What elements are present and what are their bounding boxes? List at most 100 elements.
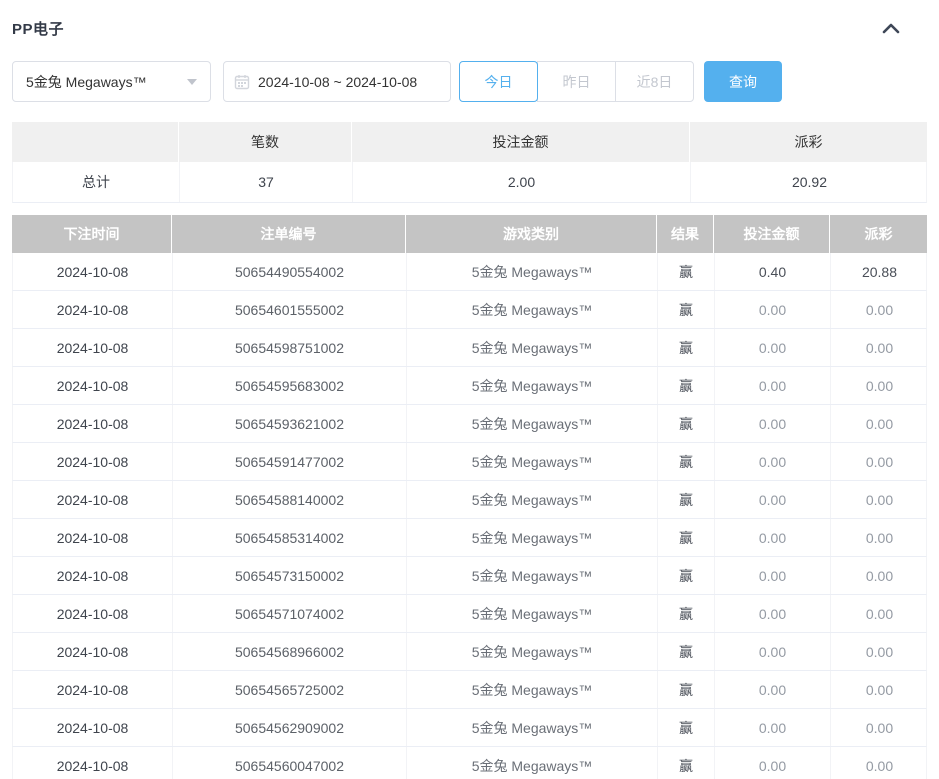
cell-bet-id: 50654560047002 <box>173 747 407 779</box>
cell-bet-amount: 0.00 <box>715 671 831 708</box>
cell-bet-id: 50654568966002 <box>173 633 407 670</box>
table-row: 2024-10-08506545987510025金兔 Megaways™赢0.… <box>12 329 927 367</box>
cell-result: 赢 <box>658 405 715 442</box>
table-row: 2024-10-08506545629090025金兔 Megaways™赢0.… <box>12 709 927 747</box>
cell-bet-id: 50654593621002 <box>173 405 407 442</box>
cell-bet-time: 2024-10-08 <box>13 481 173 518</box>
cell-payout: 0.00 <box>831 291 928 328</box>
cell-game-category: 5金兔 Megaways™ <box>407 557 658 594</box>
column-header-bet-time: 下注时间 <box>12 215 172 253</box>
cell-result: 赢 <box>658 633 715 670</box>
cell-bet-amount: 0.00 <box>715 633 831 670</box>
game-select-value: 5金兔 Megaways™ <box>26 72 147 92</box>
cell-game-category: 5金兔 Megaways™ <box>407 595 658 632</box>
cell-result: 赢 <box>658 443 715 480</box>
cell-payout: 0.00 <box>831 481 928 518</box>
cell-result: 赢 <box>658 557 715 594</box>
pp-electronics-panel: PP电子 5金兔 Megaways™ <box>0 0 939 779</box>
cell-bet-amount: 0.00 <box>715 367 831 404</box>
summary-total-row: 总计372.0020.92 <box>12 162 927 203</box>
collapse-button[interactable] <box>877 16 905 40</box>
cell-result: 赢 <box>658 367 715 404</box>
search-button[interactable]: 查询 <box>704 61 782 102</box>
summary-table: 笔数投注金额派彩 总计372.0020.92 <box>12 122 927 203</box>
table-row: 2024-10-08506545657250025金兔 Megaways™赢0.… <box>12 671 927 709</box>
cell-bet-amount: 0.00 <box>715 747 831 779</box>
last-8-days-button[interactable]: 近8日 <box>615 61 694 102</box>
page-title: PP电子 <box>12 18 64 39</box>
cell-payout: 0.00 <box>831 671 928 708</box>
cell-game-category: 5金兔 Megaways™ <box>407 747 658 779</box>
cell-bet-time: 2024-10-08 <box>13 329 173 366</box>
cell-bet-amount: 0.00 <box>715 709 831 746</box>
cell-game-category: 5金兔 Megaways™ <box>407 443 658 480</box>
cell-bet-id: 50654588140002 <box>173 481 407 518</box>
column-header-result: 结果 <box>657 215 714 253</box>
records-table-body: 2024-10-08506544905540025金兔 Megaways™赢0.… <box>12 253 927 779</box>
summary-table-header: 笔数投注金额派彩 <box>12 122 927 162</box>
table-row: 2024-10-08506545600470025金兔 Megaways™赢0.… <box>12 747 927 779</box>
cell-bet-time: 2024-10-08 <box>13 747 173 779</box>
summary-header-cell: 投注金额 <box>352 122 690 162</box>
table-row: 2024-10-08506545881400025金兔 Megaways™赢0.… <box>12 481 927 519</box>
cell-bet-id: 50654571074002 <box>173 595 407 632</box>
cell-bet-id: 50654585314002 <box>173 519 407 556</box>
cell-bet-id: 50654601555002 <box>173 291 407 328</box>
cell-payout: 0.00 <box>831 633 928 670</box>
cell-bet-amount: 0.00 <box>715 291 831 328</box>
cell-game-category: 5金兔 Megaways™ <box>407 633 658 670</box>
table-row: 2024-10-08506546015550025金兔 Megaways™赢0.… <box>12 291 927 329</box>
cell-payout: 0.00 <box>831 367 928 404</box>
summary-header-cell: 笔数 <box>179 122 352 162</box>
summary-header-cell: 派彩 <box>690 122 927 162</box>
table-row: 2024-10-08506545710740025金兔 Megaways™赢0.… <box>12 595 927 633</box>
summary-value-cell: 37 <box>180 162 353 202</box>
cell-bet-amount: 0.00 <box>715 405 831 442</box>
table-row: 2024-10-08506545731500025金兔 Megaways™赢0.… <box>12 557 927 595</box>
cell-payout: 0.00 <box>831 405 928 442</box>
cell-game-category: 5金兔 Megaways™ <box>407 253 658 290</box>
cell-bet-id: 50654591477002 <box>173 443 407 480</box>
cell-game-category: 5金兔 Megaways™ <box>407 405 658 442</box>
column-header-game-category: 游戏类别 <box>406 215 657 253</box>
cell-payout: 0.00 <box>831 329 928 366</box>
summary-value-cell: 总计 <box>13 162 180 202</box>
records-table: 下注时间注单编号游戏类别结果投注金额派彩 2024-10-08506544905… <box>12 215 927 779</box>
table-row: 2024-10-08506545689660025金兔 Megaways™赢0.… <box>12 633 927 671</box>
cell-bet-amount: 0.00 <box>715 481 831 518</box>
date-range-value: 2024-10-08 ~ 2024-10-08 <box>258 74 417 90</box>
summary-header-cell <box>12 122 179 162</box>
yesterday-button[interactable]: 昨日 <box>537 61 616 102</box>
cell-result: 赢 <box>658 519 715 556</box>
game-select[interactable]: 5金兔 Megaways™ <box>12 61 211 102</box>
table-row: 2024-10-08506545956830025金兔 Megaways™赢0.… <box>12 367 927 405</box>
cell-bet-time: 2024-10-08 <box>13 443 173 480</box>
cell-bet-time: 2024-10-08 <box>13 405 173 442</box>
cell-payout: 0.00 <box>831 595 928 632</box>
cell-game-category: 5金兔 Megaways™ <box>407 481 658 518</box>
cell-bet-time: 2024-10-08 <box>13 291 173 328</box>
today-button[interactable]: 今日 <box>459 61 538 102</box>
cell-result: 赢 <box>658 747 715 779</box>
cell-bet-id: 50654598751002 <box>173 329 407 366</box>
cell-payout: 0.00 <box>831 747 928 779</box>
records-table-header: 下注时间注单编号游戏类别结果投注金额派彩 <box>12 215 927 253</box>
cell-result: 赢 <box>658 253 715 290</box>
summary-value-cell: 2.00 <box>353 162 691 202</box>
cell-bet-id: 50654565725002 <box>173 671 407 708</box>
cell-bet-time: 2024-10-08 <box>13 633 173 670</box>
date-range-input[interactable]: 2024-10-08 ~ 2024-10-08 <box>223 61 451 102</box>
cell-bet-time: 2024-10-08 <box>13 519 173 556</box>
cell-game-category: 5金兔 Megaways™ <box>407 367 658 404</box>
cell-game-category: 5金兔 Megaways™ <box>407 329 658 366</box>
cell-game-category: 5金兔 Megaways™ <box>407 709 658 746</box>
cell-result: 赢 <box>658 671 715 708</box>
table-row: 2024-10-08506545914770025金兔 Megaways™赢0.… <box>12 443 927 481</box>
cell-bet-id: 50654595683002 <box>173 367 407 404</box>
cell-game-category: 5金兔 Megaways™ <box>407 519 658 556</box>
cell-payout: 0.00 <box>831 709 928 746</box>
cell-bet-amount: 0.40 <box>715 253 831 290</box>
column-header-bet-amount: 投注金额 <box>714 215 830 253</box>
cell-game-category: 5金兔 Megaways™ <box>407 671 658 708</box>
table-row: 2024-10-08506545936210025金兔 Megaways™赢0.… <box>12 405 927 443</box>
